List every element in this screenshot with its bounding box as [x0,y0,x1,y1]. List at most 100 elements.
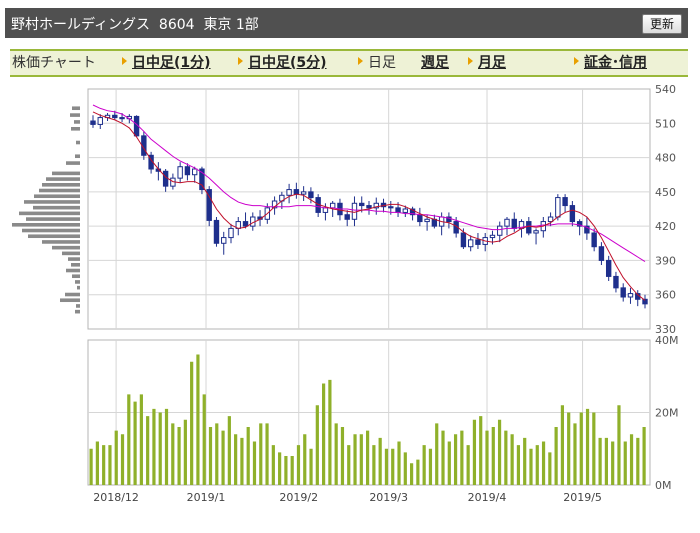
candle-up [322,207,329,213]
price-profile-bar [60,298,80,303]
stock-chart: 54051048045042039036033040M20M0M2018/12 2… [12,83,679,504]
volume-tick-label: 40M [655,334,679,347]
price-profile-bar [76,140,80,145]
volume-bar [328,379,332,485]
volume-bar [353,434,357,485]
candle-down [359,202,365,207]
price-profile-bar [42,240,80,244]
candle-up [467,239,474,248]
candle-down [605,259,612,277]
x-tick-label: 2019/3 [369,491,408,504]
volume-bar [227,416,231,485]
candle-up [497,225,503,236]
volume-bar [642,427,646,485]
volume-bar [535,445,539,485]
candle-up [402,208,409,213]
candle-down [162,170,169,187]
volume-bar [221,430,225,485]
volume-bar [152,408,156,485]
volume-bar [403,452,407,485]
volume-bar [234,434,238,485]
candle-up [329,202,336,209]
candle-down [431,218,438,227]
volume-bar [284,456,288,485]
x-tick-label: 2019/4 [468,491,507,504]
price-profile-bar [71,127,80,131]
candle-down [388,206,394,209]
volume-bar [171,423,175,485]
volume-bar [460,430,464,485]
price-profile-bar [66,161,80,165]
volume-bar [428,448,433,485]
volume-bar [554,427,558,485]
price-profile-bar [75,154,80,159]
volume-bar [190,361,194,485]
volume-bar [271,445,275,485]
price-profile-bar [19,211,80,216]
price-profile-bar [46,177,80,181]
volume-bar [102,445,106,485]
volume-bar [265,423,269,485]
volume-bar [504,430,508,485]
price-profile-bar [72,106,80,111]
candle-down [598,246,605,261]
volume-bar [629,434,634,485]
volume-bar [252,441,257,485]
candle-down [293,189,300,195]
volume-bar [416,459,420,485]
volume-bar [479,416,483,485]
volume-bar [347,445,351,485]
volume-tick-label: 0M [655,479,672,492]
volume-bar [246,427,250,485]
volume-bar [127,394,131,485]
volume-bar [89,448,93,485]
price-profile-bar [52,245,80,250]
volume-bar [290,456,294,485]
volume-bar [146,416,150,485]
x-tick-label: 2018/12 [93,491,139,504]
candle-up [191,168,198,176]
volume-bar [548,452,552,485]
candle-down [395,207,401,213]
volume-bar [334,423,338,485]
price-profile-bar [33,205,80,210]
candle-up [97,117,103,125]
volume-bar [95,441,99,485]
candle-up [351,202,358,220]
price-profile-bar [76,304,80,308]
candle-down [213,219,220,244]
volume-bar [359,434,363,485]
volume-bar [604,437,608,485]
price-profile-bar [72,274,80,279]
volume-tick-label: 20M [655,407,679,420]
candle-down [591,232,597,248]
volume-bar [177,427,181,485]
volume-bar [585,408,590,485]
price-profile-bar [24,200,80,204]
volume-bar [523,437,527,485]
volume-bar [296,445,301,485]
price-tick-label: 450 [655,186,676,199]
price-profile-bar [70,113,80,117]
price-tick-label: 480 [655,152,676,165]
volume-bar [491,427,495,485]
volume-bar [202,394,206,485]
candle-down [569,205,576,223]
volume-bar [303,434,307,485]
volume-bar [567,412,571,485]
candle-down [119,117,125,120]
volume-bar [322,383,326,485]
volume-bar [133,401,137,485]
volume-bar [636,437,640,485]
price-tick-label: 420 [655,220,676,233]
volume-bar [384,448,389,485]
volume-bar [560,405,565,485]
volume-bar [158,412,162,485]
price-profile-bar [75,280,80,284]
volume-bar [472,419,477,485]
volume-bar [215,423,219,485]
candle-up [286,189,292,196]
price-profile-bar [34,194,80,199]
volume-bar [372,445,376,485]
volume-bar [240,437,244,485]
